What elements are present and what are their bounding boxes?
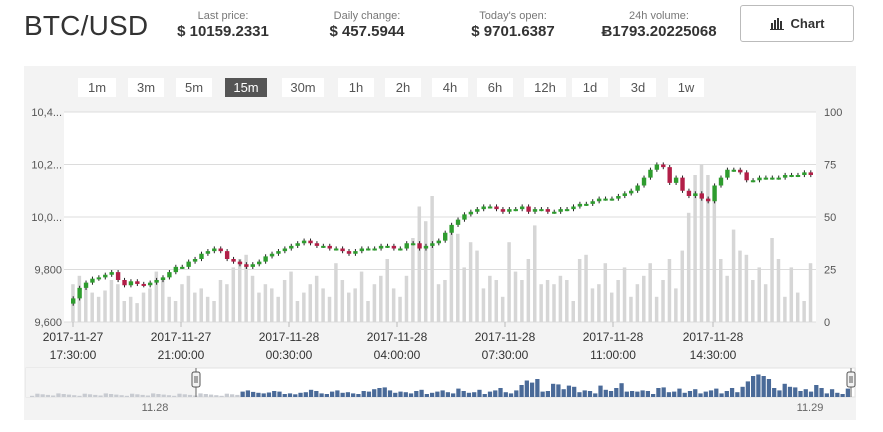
todays-open-stat: Today's open: $ 9701.6387	[463, 10, 563, 41]
range-button-4h[interactable]: 4h	[432, 78, 468, 97]
range-button-15m[interactable]: 15m	[225, 78, 267, 97]
daily-change-label: Daily change:	[333, 10, 401, 22]
range-button-3d[interactable]: 3d	[620, 78, 656, 97]
bar-chart-icon	[769, 18, 784, 30]
pair-title: BTC/USD	[24, 10, 149, 41]
volume-24h-label: 24h volume:	[629, 10, 689, 22]
chart-button-label: Chart	[790, 16, 825, 31]
range-button-2h[interactable]: 2h	[385, 78, 421, 97]
daily-change-stat: Daily change: $ 457.5944	[322, 10, 412, 41]
todays-open-value: $ 9701.6387	[471, 23, 555, 40]
last-price-label: Last price:	[197, 10, 249, 22]
todays-open-label: Today's open:	[479, 10, 547, 22]
range-button-1h[interactable]: 1h	[338, 78, 374, 97]
range-button-1w[interactable]: 1w	[668, 78, 704, 97]
volume-24h-value: Ƀ1793.20225068	[601, 23, 717, 40]
chart-button[interactable]: Chart	[740, 5, 854, 42]
range-button-30m[interactable]: 30m	[282, 78, 324, 97]
range-button-12h[interactable]: 12h	[524, 78, 566, 97]
daily-change-value: $ 457.5944	[329, 23, 405, 40]
range-button-1d[interactable]: 1d	[572, 78, 608, 97]
volume-24h-stat: 24h volume: Ƀ1793.20225068	[594, 10, 724, 41]
range-button-5m[interactable]: 5m	[176, 78, 212, 97]
range-button-3m[interactable]: 3m	[128, 78, 164, 97]
last-price-stat: Last price: $ 10159.2331	[173, 10, 273, 41]
range-button-6h[interactable]: 6h	[477, 78, 513, 97]
range-button-1m[interactable]: 1m	[78, 78, 116, 97]
chart-panel	[24, 66, 856, 420]
last-price-value: $ 10159.2331	[177, 23, 269, 40]
